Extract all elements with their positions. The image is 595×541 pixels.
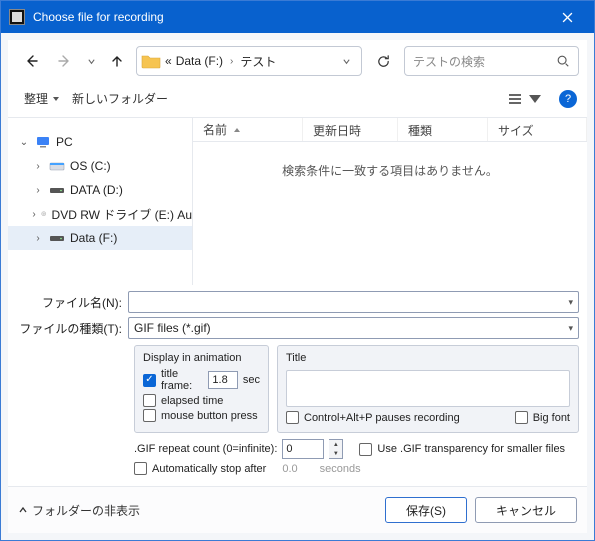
arrow-right-icon	[57, 53, 73, 69]
filetype-select[interactable]: GIF files (*.gif) ▾	[128, 317, 579, 339]
chevron-down-icon	[342, 57, 351, 66]
title-group: Title Control+Alt+P pauses recording Big…	[277, 345, 579, 433]
arrow-up-icon	[109, 53, 125, 69]
back-button[interactable]	[16, 47, 46, 75]
sort-asc-icon	[233, 126, 241, 134]
drive-icon	[49, 182, 65, 198]
forward-button[interactable]	[50, 47, 80, 75]
empty-message: 検索条件に一致する項目はありません。	[193, 142, 587, 285]
tree-node-data-f[interactable]: › Data (F:)	[8, 226, 192, 250]
search-input[interactable]: テストの検索	[404, 46, 579, 76]
body: ⌄ PC › OS (C:) ›	[8, 118, 587, 285]
expand-toggle[interactable]: ›	[32, 209, 36, 220]
tree-node-data-d[interactable]: › DATA (D:)	[8, 178, 192, 202]
dialog-content: « Data (F:) › テスト テストの検索 整理	[8, 40, 587, 533]
chevron-up-icon	[18, 505, 28, 515]
expand-toggle[interactable]: ⌄	[18, 137, 30, 148]
caret-down-icon	[527, 91, 543, 107]
file-list[interactable]: 名前 更新日時 種類 サイズ 検索条件に一致する項目はありません。	[193, 118, 587, 285]
caret-down-icon: ▾	[568, 297, 573, 308]
col-name[interactable]: 名前	[193, 118, 303, 141]
titlebar: Choose file for recording	[1, 1, 594, 33]
pause-hotkey-checkbox[interactable]	[286, 411, 299, 424]
app-icon	[9, 9, 25, 25]
new-folder-button[interactable]: 新しいフォルダー	[66, 86, 174, 111]
display-group: Display in animation title frame: 1.8 se…	[134, 345, 269, 433]
drive-icon	[49, 158, 65, 174]
nav-row: « Data (F:) › テスト テストの検索	[8, 40, 587, 82]
repeat-count-input[interactable]: 0	[282, 439, 324, 459]
title-frame-checkbox[interactable]	[143, 374, 156, 387]
refresh-button[interactable]	[366, 46, 400, 76]
col-type[interactable]: 種類	[398, 118, 488, 141]
mouse-press-checkbox[interactable]	[143, 409, 156, 422]
up-button[interactable]	[102, 47, 132, 75]
refresh-icon	[376, 54, 391, 69]
title-frame-seconds-input[interactable]: 1.8	[208, 371, 237, 389]
history-dropdown[interactable]	[84, 57, 98, 66]
chevron-right-icon: ›	[225, 56, 238, 67]
expand-toggle[interactable]: ›	[32, 185, 44, 196]
close-icon	[562, 12, 573, 23]
title-textarea[interactable]	[286, 370, 570, 407]
auto-stop-checkbox[interactable]	[134, 462, 147, 475]
list-view-icon	[507, 91, 523, 107]
tree-node-os[interactable]: › OS (C:)	[8, 154, 192, 178]
breadcrumb-root[interactable]: «	[163, 52, 174, 70]
folder-tree[interactable]: ⌄ PC › OS (C:) ›	[8, 118, 193, 285]
tree-node-pc[interactable]: ⌄ PC	[8, 130, 192, 154]
transparency-checkbox[interactable]	[359, 443, 372, 456]
filename-label: ファイル名(N):	[16, 294, 128, 311]
filename-input[interactable]: ▾	[128, 291, 579, 313]
organize-menu[interactable]: 整理	[18, 86, 66, 111]
caret-down-icon	[52, 95, 60, 103]
breadcrumb-seg1[interactable]: Data (F:)	[174, 52, 225, 70]
repeat-count-spinner[interactable]: ▲▼	[329, 439, 343, 459]
search-placeholder: テストの検索	[413, 53, 485, 70]
pc-icon	[35, 134, 51, 150]
toolbar: 整理 新しいフォルダー ?	[8, 82, 587, 118]
save-dialog: Choose file for recording «	[0, 0, 595, 541]
title-legend: Title	[286, 352, 570, 364]
elapsed-time-checkbox[interactable]	[143, 394, 156, 407]
form-area: ファイル名(N): ▾ ファイルの種類(T): GIF files (*.gif…	[8, 285, 587, 486]
column-headers: 名前 更新日時 種類 サイズ	[193, 118, 587, 142]
save-button[interactable]: 保存(S)	[385, 497, 467, 523]
view-mode-button[interactable]	[501, 87, 549, 111]
breadcrumb-dropdown[interactable]	[336, 57, 357, 66]
display-legend: Display in animation	[143, 352, 260, 364]
col-date[interactable]: 更新日時	[303, 118, 398, 141]
help-button[interactable]: ?	[559, 90, 577, 108]
breadcrumb-seg2[interactable]: テスト	[238, 51, 278, 72]
auto-stop-unit: seconds	[320, 463, 361, 475]
drive-icon	[49, 230, 65, 246]
expand-toggle[interactable]: ›	[32, 233, 44, 244]
arrow-left-icon	[23, 53, 39, 69]
expand-toggle[interactable]: ›	[32, 161, 44, 172]
auto-stop-value: 0.0	[282, 463, 297, 475]
search-icon	[556, 54, 570, 68]
folder-icon	[141, 51, 161, 71]
disc-icon	[41, 206, 46, 222]
caret-down-icon: ▾	[568, 323, 573, 334]
close-button[interactable]	[545, 1, 590, 33]
breadcrumb[interactable]: « Data (F:) › テスト	[136, 46, 362, 76]
filetype-label: ファイルの種類(T):	[16, 320, 128, 337]
big-font-checkbox[interactable]	[515, 411, 528, 424]
repeat-label: .GIF repeat count (0=infinite):	[134, 443, 277, 455]
tree-node-dvd[interactable]: › DVD RW ドライブ (E:) Au	[8, 202, 192, 226]
window-title: Choose file for recording	[33, 10, 545, 24]
col-size[interactable]: サイズ	[488, 118, 587, 141]
hide-folders-toggle[interactable]: フォルダーの非表示	[18, 502, 140, 519]
cancel-button[interactable]: キャンセル	[475, 497, 577, 523]
button-bar: フォルダーの非表示 保存(S) キャンセル	[8, 486, 587, 533]
chevron-down-icon	[87, 57, 96, 66]
